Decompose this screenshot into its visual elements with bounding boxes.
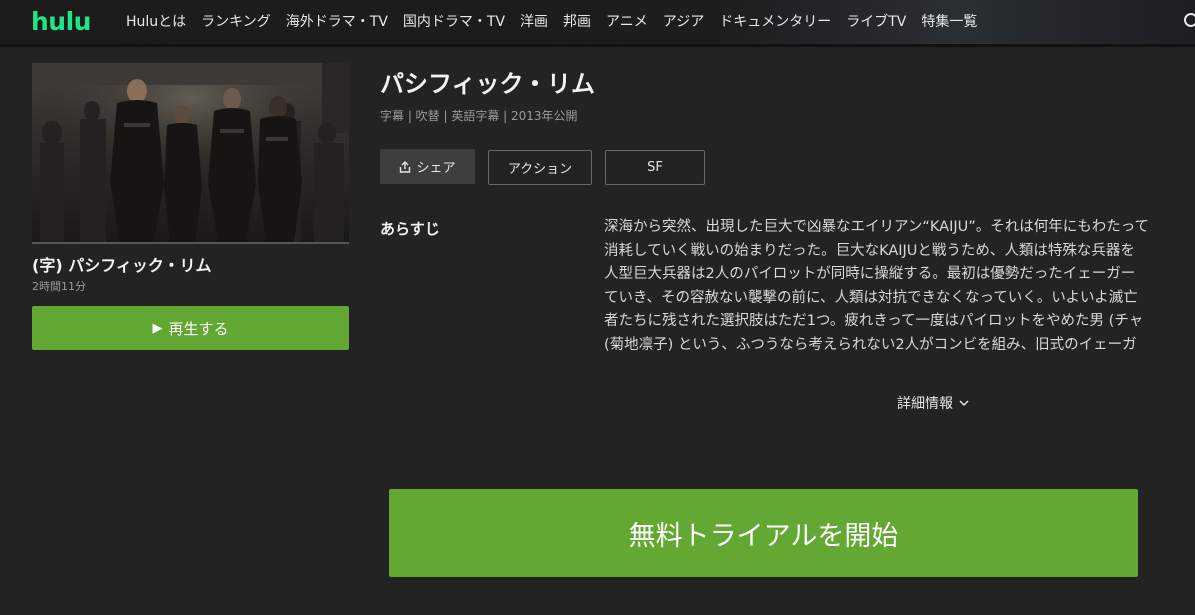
page: hulu Huluとは ランキング 海外ドラマ・TV 国内ドラマ・TV 洋画 邦…	[0, 0, 1195, 615]
main-nav: Huluとは ランキング 海外ドラマ・TV 国内ドラマ・TV 洋画 邦画 アニメ…	[126, 13, 992, 31]
synopsis-line: ていき、その容赦ない襲撃の前に、人類は対抗できなくなっていく。いよいよ滅亡	[604, 289, 1138, 306]
nav-item-anime[interactable]: アニメ	[606, 13, 648, 31]
genre-tag-sf[interactable]: SF	[605, 150, 705, 185]
synopsis-line: 人型巨大兵器は2人のパイロットが同時に操縦する。最初は優勢だったイェーガー	[604, 266, 1136, 282]
synopsis-text: 深海から突然、出現した巨大で凶暴なエイリアン“KAIJU”。それは何年にもわたっ…	[604, 216, 1195, 366]
share-button[interactable]: シェア	[380, 149, 475, 184]
play-button-label: 再生する	[168, 319, 229, 338]
title-meta: 字幕 | 吹替 | 英語字幕 | 2013年公開	[380, 109, 578, 123]
nav-item-japanese-movies[interactable]: 邦画	[563, 13, 591, 31]
nav-item-about[interactable]: Huluとは	[126, 13, 186, 31]
nav-item-domestic-drama[interactable]: 国内ドラマ・TV	[403, 13, 505, 31]
genre-tag-action[interactable]: アクション	[488, 150, 592, 185]
synopsis-label: あらすじ	[380, 220, 440, 238]
play-button[interactable]: ▶ 再生する	[32, 306, 349, 350]
chevron-down-icon	[959, 399, 969, 406]
synopsis-line: 者たちに残された選択肢はただ1つ。疲れきって一度はパイロットをやめた男 (チャ	[604, 313, 1144, 329]
card-duration: 2時間11分	[32, 280, 86, 293]
share-icon	[400, 160, 411, 173]
nav-item-western-movies[interactable]: 洋画	[520, 13, 548, 31]
details-toggle-label: 詳細情報	[897, 396, 953, 412]
start-free-trial-button[interactable]: 無料トライアルを開始	[389, 489, 1138, 577]
page-title: パシフィック・リム	[380, 70, 596, 98]
share-button-label: シェア	[416, 161, 456, 176]
nav-item-overseas-drama[interactable]: 海外ドラマ・TV	[286, 13, 388, 31]
play-icon: ▶	[152, 320, 163, 336]
hulu-logo[interactable]: hulu	[31, 8, 91, 36]
synopsis-line: 消耗していく戦いの始まりだった。巨大なKAIJUと戦うため、人類は特殊な兵器を	[604, 242, 1135, 259]
nav-item-features[interactable]: 特集一覧	[921, 13, 977, 31]
search-icon[interactable]	[1183, 12, 1195, 32]
nav-item-documentary[interactable]: ドキュメンタリー	[719, 13, 831, 31]
details-toggle[interactable]: 詳細情報	[897, 393, 969, 413]
nav-item-ranking[interactable]: ランキング	[201, 13, 271, 31]
synopsis-line: 深海から突然、出現した巨大で凶暴なエイリアン“KAIJU”。それは何年にもわたっ…	[604, 219, 1150, 235]
synopsis-line: (菊地凛子) という、ふつうなら考えられない2人がコンビを組み、旧式のイェーガ	[604, 336, 1137, 353]
nav-item-asia[interactable]: アジア	[663, 13, 704, 31]
card-title: (字) パシフィック・リム	[32, 256, 212, 275]
poster-thumbnail[interactable]	[32, 63, 349, 244]
top-header: hulu Huluとは ランキング 海外ドラマ・TV 国内ドラマ・TV 洋画 邦…	[0, 0, 1195, 47]
nav-item-live-tv[interactable]: ライブTV	[846, 13, 906, 31]
